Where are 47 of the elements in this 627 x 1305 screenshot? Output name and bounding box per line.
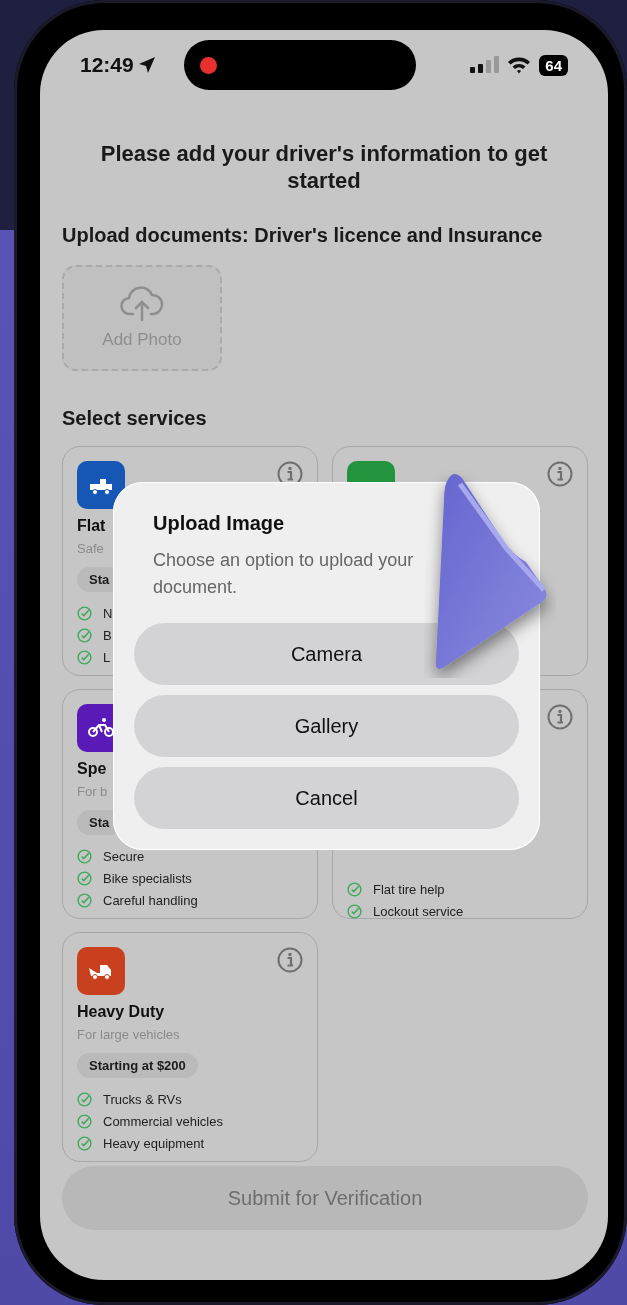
check-circle-icon (347, 904, 362, 919)
feature-text: Flat tire help (373, 882, 445, 897)
feature-text: B (103, 628, 112, 643)
recording-dot (199, 56, 217, 74)
check-circle-icon (77, 1092, 92, 1107)
service-title: Spe (77, 760, 107, 777)
feature-text: Commercial vehicles (103, 1114, 223, 1129)
feature-text: N (103, 606, 113, 621)
dialog-message: Choose an option to upload your document. (153, 550, 414, 597)
location-arrow-icon (137, 56, 156, 74)
info-icon[interactable] (547, 461, 573, 487)
check-circle-icon (77, 871, 92, 886)
check-circle-icon (347, 882, 362, 897)
feature-text: Secure (103, 849, 145, 864)
feature-text: Lockout service (373, 904, 464, 919)
service-subtitle: For b (77, 784, 108, 799)
cloud-upload-icon (120, 286, 164, 322)
check-circle-icon (77, 1136, 92, 1151)
check-circle-icon (77, 628, 92, 643)
status-time: 12:49 (80, 53, 134, 77)
service-subtitle: Safe (77, 541, 104, 556)
dialog-title: Upload Image (153, 512, 285, 534)
feature-text: L (103, 650, 111, 665)
feature-text: Careful handling (103, 893, 198, 908)
dialog-option-button[interactable]: Gallery (134, 695, 519, 757)
check-circle-icon (77, 1114, 92, 1129)
check-circle-icon (77, 849, 92, 864)
section-label: Upload documents: Driver's licence and Insurance (62, 224, 543, 246)
section-label: Select services (62, 407, 207, 429)
service-title: Flat (77, 517, 106, 534)
dialog-option-button[interactable]: Camera (134, 623, 519, 685)
service-subtitle: For large vehicles (77, 1027, 180, 1042)
check-circle-icon (77, 650, 92, 665)
check-circle-icon (77, 606, 92, 621)
dialog-option-button[interactable]: Cancel (134, 767, 519, 829)
price-badge: Starting at $200 (77, 1053, 198, 1078)
page-heading: Please add your driver's information to get started (100, 141, 548, 193)
signal-icon (470, 56, 500, 74)
wifi-icon (507, 56, 532, 74)
info-icon[interactable] (277, 947, 303, 973)
battery-indicator: 64 (539, 54, 568, 76)
check-circle-icon (77, 893, 92, 908)
feature-text: Trucks & RVs (103, 1092, 182, 1107)
service-title: Heavy Duty (77, 1003, 165, 1020)
feature-text: Heavy equipment (103, 1136, 205, 1151)
info-icon[interactable] (547, 704, 573, 730)
feature-text: Bike specialists (103, 871, 192, 886)
